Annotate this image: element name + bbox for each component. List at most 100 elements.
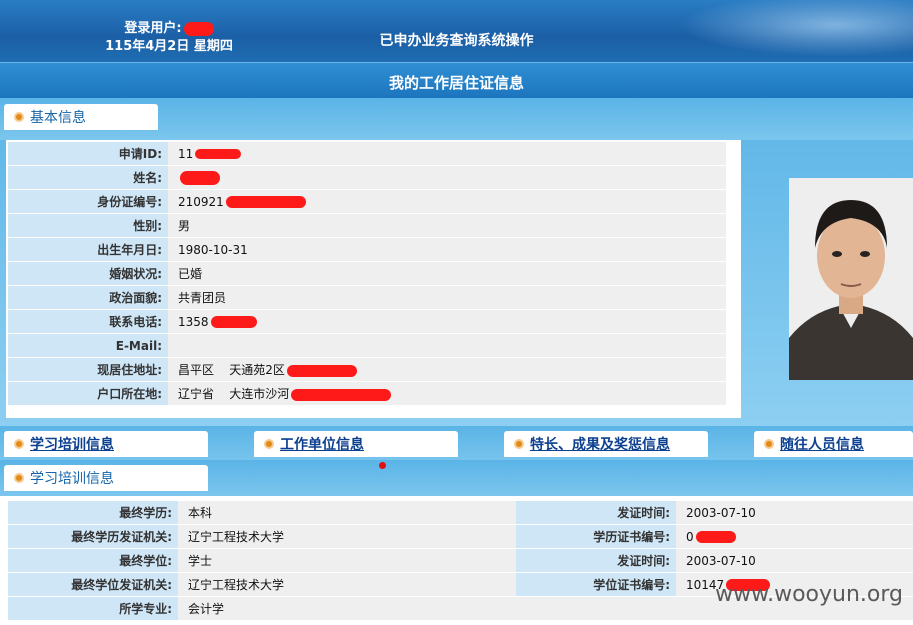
cell-text: 最终学位发证机关: <box>71 578 172 592</box>
table-row: 户口所在地: 辽宁省 大连市沙河 <box>8 382 726 405</box>
field-value-text: 1980-10-31 <box>178 242 248 257</box>
bullet-icon <box>764 439 774 449</box>
cell-text: 最终学历: <box>119 506 172 520</box>
cell-text: 所学专业: <box>119 602 172 616</box>
table-row: 政治面貌: 共青团员 <box>8 286 726 309</box>
field-label: 所学专业: <box>8 597 178 620</box>
table-row: 身份证编号: 210921 <box>8 190 726 213</box>
bullet-icon <box>264 439 274 449</box>
field-value: 辽宁工程技术大学 <box>178 525 516 548</box>
field-value-text: 共青团员 <box>178 291 227 305</box>
cell-text: 本科 <box>188 506 213 520</box>
table-row: 姓名: <box>8 166 726 189</box>
redaction-mark <box>286 364 357 377</box>
bullet-icon <box>514 439 524 449</box>
cell-text: 最终学位: <box>119 554 172 568</box>
field-label: 最终学历发证机关: <box>8 525 178 548</box>
system-title: 已申办业务查询系统操作 <box>379 33 534 49</box>
tab-link-2[interactable]: 工作单位信息 <box>254 431 458 457</box>
field-value: 辽宁工程技术大学 <box>178 573 516 596</box>
bullet-icon <box>14 112 24 122</box>
field-value: 昌平区 天通苑2区 <box>168 358 726 381</box>
tab-link-label: 随往人员信息 <box>780 437 864 453</box>
field-label: 现居住地址: <box>8 358 168 381</box>
field-label: 婚姻状况: <box>8 262 168 285</box>
cell-text: 辽宁工程技术大学 <box>188 578 285 592</box>
table-row: 联系电话: 1358 <box>8 310 726 333</box>
field-value-text: 1358 <box>178 314 209 329</box>
field-label: 发证时间: <box>516 501 676 524</box>
cell-text: 发证时间: <box>617 554 670 568</box>
page-title: 我的工作居住证信息 <box>388 74 524 92</box>
field-label: 身份证编号: <box>8 190 168 213</box>
basic-info-table: 申请ID: 11 姓名: 身份证编号: 210921 性别: 男出生年月日: 1980-10-… <box>8 141 726 406</box>
tab-link-label: 特长、成果及奖惩信息 <box>530 437 670 453</box>
field-label: E-Mail: <box>8 334 168 357</box>
tab-link-label: 学习培训信息 <box>30 437 114 453</box>
table-row: 现居住地址: 昌平区 天通苑2区 <box>8 358 726 381</box>
field-label <box>516 597 676 620</box>
bullet-icon <box>14 473 24 483</box>
table-row: 婚姻状况: 已婚 <box>8 262 726 285</box>
cell-text: 最终学历发证机关: <box>71 530 172 544</box>
cell-text: 0 <box>686 529 694 544</box>
tab-link-4[interactable]: 随往人员信息 <box>754 431 913 457</box>
field-value: 1980-10-31 <box>168 238 726 261</box>
tab-basic-info: 基本信息 <box>4 104 158 130</box>
field-label: 性别: <box>8 214 168 237</box>
field-label: 学历证书编号: <box>516 525 676 548</box>
cell-text: 学位证书编号: <box>593 578 670 592</box>
field-label: 出生年月日: <box>8 238 168 261</box>
field-label: 发证时间: <box>516 549 676 572</box>
redaction-mark <box>180 170 220 185</box>
field-label: 联系电话: <box>8 310 168 333</box>
cell-text: 2003-07-10 <box>686 505 756 520</box>
cell-text: 学历证书编号: <box>593 530 670 544</box>
field-value: 男 <box>168 214 726 237</box>
tab-link-label: 工作单位信息 <box>280 437 364 453</box>
bullet-icon <box>14 439 24 449</box>
cell-text: 2003-07-10 <box>686 553 756 568</box>
id-photo <box>789 178 913 380</box>
cell-text: 辽宁工程技术大学 <box>188 530 285 544</box>
tab-link-1[interactable]: 学习培训信息 <box>4 431 208 457</box>
field-value: 210921 <box>168 190 726 213</box>
table-row: 性别: 男 <box>8 214 726 237</box>
redaction-mark <box>695 531 736 543</box>
tab-study-header: 学习培训信息 <box>4 465 208 491</box>
cell-text: 会计学 <box>188 602 225 616</box>
field-label: 政治面貌: <box>8 286 168 309</box>
field-value-text: 210921 <box>178 194 224 209</box>
tab-link-3[interactable]: 特长、成果及奖惩信息 <box>504 431 708 457</box>
field-value: 共青团员 <box>168 286 726 309</box>
field-value-text: 男 <box>178 219 191 233</box>
red-marker-dot <box>379 462 386 469</box>
field-value: 会计学 <box>178 597 516 620</box>
field-value <box>168 334 726 357</box>
field-value: 2003-07-10 <box>676 501 913 524</box>
field-value: 本科 <box>178 501 516 524</box>
field-value: 学士 <box>178 549 516 572</box>
redaction-mark <box>210 316 257 328</box>
field-value: 1358 <box>168 310 726 333</box>
field-value: 2003-07-10 <box>676 549 913 572</box>
field-value: 辽宁省 大连市沙河 <box>168 382 726 405</box>
table-row: 最终学位: 学士 发证时间: 2003-07-10 <box>8 549 913 572</box>
table-row: E-Mail: <box>8 334 726 357</box>
table-row: 最终学历发证机关: 辽宁工程技术大学 学历证书编号: 0 <box>8 525 913 548</box>
redaction-mark <box>195 149 242 159</box>
field-value <box>168 166 726 189</box>
page-title-bar: 我的工作居住证信息 <box>0 62 913 99</box>
cell-text: 发证时间: <box>617 506 670 520</box>
field-label: 申请ID: <box>8 142 168 165</box>
field-value: 已婚 <box>168 262 726 285</box>
basic-info-panel: 申请ID: 11 姓名: 身份证编号: 210921 性别: 男出生年月日: 1980-10-… <box>6 140 741 418</box>
field-label: 学位证书编号: <box>516 573 676 596</box>
cell-text: 学士 <box>188 554 213 568</box>
field-value-text: 已婚 <box>178 267 203 281</box>
redaction-mark <box>225 196 306 208</box>
field-label: 最终学位: <box>8 549 178 572</box>
field-value-text: 11 <box>178 146 194 161</box>
field-value: 11 <box>168 142 726 165</box>
table-row: 最终学历: 本科 发证时间: 2003-07-10 <box>8 501 913 524</box>
